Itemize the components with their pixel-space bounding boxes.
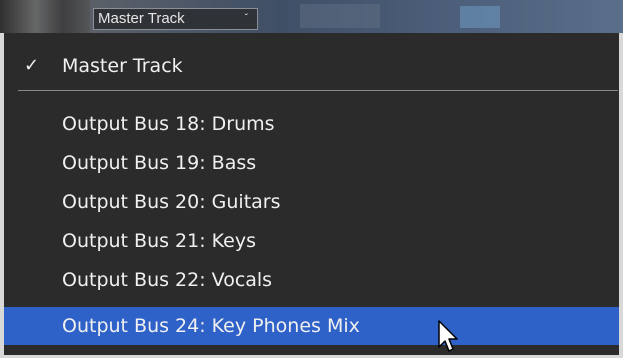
menu-item-master-track[interactable]: ✓ Master Track (4, 47, 619, 85)
menu-item-label: Output Bus 21: Keys (62, 230, 257, 252)
menu-item-label: Output Bus 19: Bass (62, 152, 257, 174)
menu-item-label: Output Bus 22: Vocals (62, 269, 273, 291)
checkmark-icon: ✓ (24, 55, 40, 76)
header-background-mid (300, 4, 380, 28)
menu-item-output-bus-22[interactable]: Output Bus 22: Vocals (4, 261, 619, 299)
menu-item-label: Output Bus 24: Key Phones Mix (62, 315, 360, 337)
menu-item-output-bus-18[interactable]: Output Bus 18: Drums (4, 105, 619, 143)
output-selector-dropdown[interactable]: Master Track ˇ (93, 8, 258, 30)
menu-item-output-bus-21[interactable]: Output Bus 21: Keys (4, 222, 619, 260)
header-background-left (0, 0, 90, 33)
menu-item-output-bus-24[interactable]: Output Bus 24: Key Phones Mix (4, 307, 619, 345)
menu-item-output-bus-20[interactable]: Output Bus 20: Guitars (4, 183, 619, 221)
mouse-pointer-icon (438, 320, 458, 352)
menu-item-label: Output Bus 20: Guitars (62, 191, 281, 213)
menu-item-label: Output Bus 18: Drums (62, 113, 275, 135)
output-selector-value: Master Track (98, 10, 185, 27)
menu-item-label: Master Track (62, 55, 183, 77)
chevron-down-icon: ˇ (244, 13, 248, 24)
header-background-right (460, 6, 500, 28)
menu-item-output-bus-19[interactable]: Output Bus 19: Bass (4, 144, 619, 182)
output-dropdown-menu: ✓ Master Track Output Bus 18: Drums Outp… (0, 33, 623, 358)
menu-separator (18, 90, 618, 91)
